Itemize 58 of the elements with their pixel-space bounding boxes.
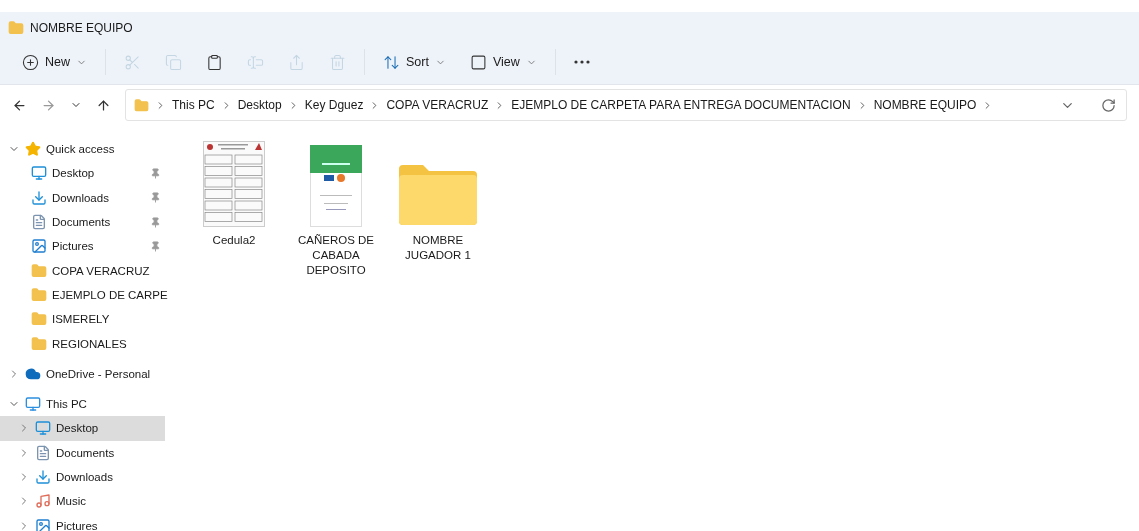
folder-icon <box>397 163 479 227</box>
sidebar-item[interactable]: Downloads <box>0 464 165 490</box>
sidebar-item[interactable]: Pictures <box>0 234 165 259</box>
new-button[interactable]: New <box>12 46 97 78</box>
sidebar-item[interactable]: Quick access <box>0 137 165 162</box>
picture-icon <box>35 517 51 531</box>
refresh-button[interactable] <box>1101 97 1116 113</box>
computer-icon <box>25 396 41 413</box>
music-icon <box>35 493 51 510</box>
window-title: NOMBRE EQUIPO <box>30 21 133 35</box>
breadcrumb[interactable]: EJEMPLO DE CARPETA PARA ENTREGA DOCUMENTACION <box>511 98 851 112</box>
sidebar-item[interactable]: Desktop <box>0 161 165 186</box>
breadcrumb[interactable]: NOMBRE EQUIPO <box>873 98 977 112</box>
address-bar[interactable]: This PC Desktop Key Dguez COPA VERACRUZ EJEMPLO DE CARPETA PARA ENTREGA DOCUMENTACION NOMBRE EQUIPO <box>125 89 1127 121</box>
document-icon <box>31 214 47 231</box>
sidebar-item[interactable]: ISMERELY <box>0 307 165 332</box>
forward-button[interactable] <box>41 97 56 113</box>
pin-icon[interactable] <box>150 167 161 179</box>
document-icon <box>35 444 51 461</box>
pin-icon[interactable] <box>150 216 161 228</box>
pin-icon[interactable] <box>150 192 161 204</box>
folder-icon <box>31 262 47 279</box>
folder-icon <box>31 286 47 303</box>
folder-icon <box>8 20 24 36</box>
sidebar-item[interactable]: REGIONALES <box>0 331 165 356</box>
back-button[interactable] <box>12 97 27 113</box>
breadcrumb[interactable]: Key Dguez <box>304 98 364 112</box>
sidebar-item[interactable]: This PC <box>0 391 165 417</box>
picture-icon <box>31 238 47 255</box>
star-icon <box>25 141 41 158</box>
sidebar-item[interactable]: OneDrive - Personal <box>0 361 165 386</box>
forward-arrow-icon <box>41 97 56 113</box>
sort-button[interactable]: Sort <box>373 46 456 78</box>
breadcrumb[interactable]: This PC <box>172 98 215 112</box>
sidebar-item[interactable]: Desktop <box>0 416 165 441</box>
sidebar-item[interactable]: COPA VERACRUZ <box>0 258 165 283</box>
sidebar-item[interactable]: Music <box>0 489 165 514</box>
download-icon <box>35 469 51 485</box>
breadcrumb[interactable]: Desktop <box>237 98 282 112</box>
up-button[interactable] <box>96 97 111 113</box>
folder-icon <box>134 97 149 113</box>
breadcrumb[interactable]: COPA VERACRUZ <box>386 98 489 112</box>
sidebar-item[interactable]: Documents <box>0 209 165 235</box>
view-button[interactable]: View <box>459 46 547 78</box>
sidebar-item[interactable]: EJEMPLO DE CARPE <box>0 282 165 308</box>
folder-icon <box>31 311 47 328</box>
sidebar-item[interactable]: Downloads <box>0 185 165 210</box>
pin-icon[interactable] <box>150 240 161 252</box>
sidebar-item[interactable]: Pictures <box>0 513 165 531</box>
sidebar-item[interactable]: Documents <box>0 440 165 465</box>
desktop-icon <box>31 165 47 182</box>
file-name[interactable]: Cedula2 <box>212 233 256 248</box>
file-name[interactable]: NOMBRE JUGADOR 1 <box>397 233 479 263</box>
folder-icon <box>31 335 47 352</box>
file-name[interactable]: CAÑEROS DE CABADA DEPOSITO <box>295 233 377 278</box>
download-icon <box>31 189 47 206</box>
desktop-icon <box>35 420 51 437</box>
refresh-icon <box>1101 97 1116 113</box>
